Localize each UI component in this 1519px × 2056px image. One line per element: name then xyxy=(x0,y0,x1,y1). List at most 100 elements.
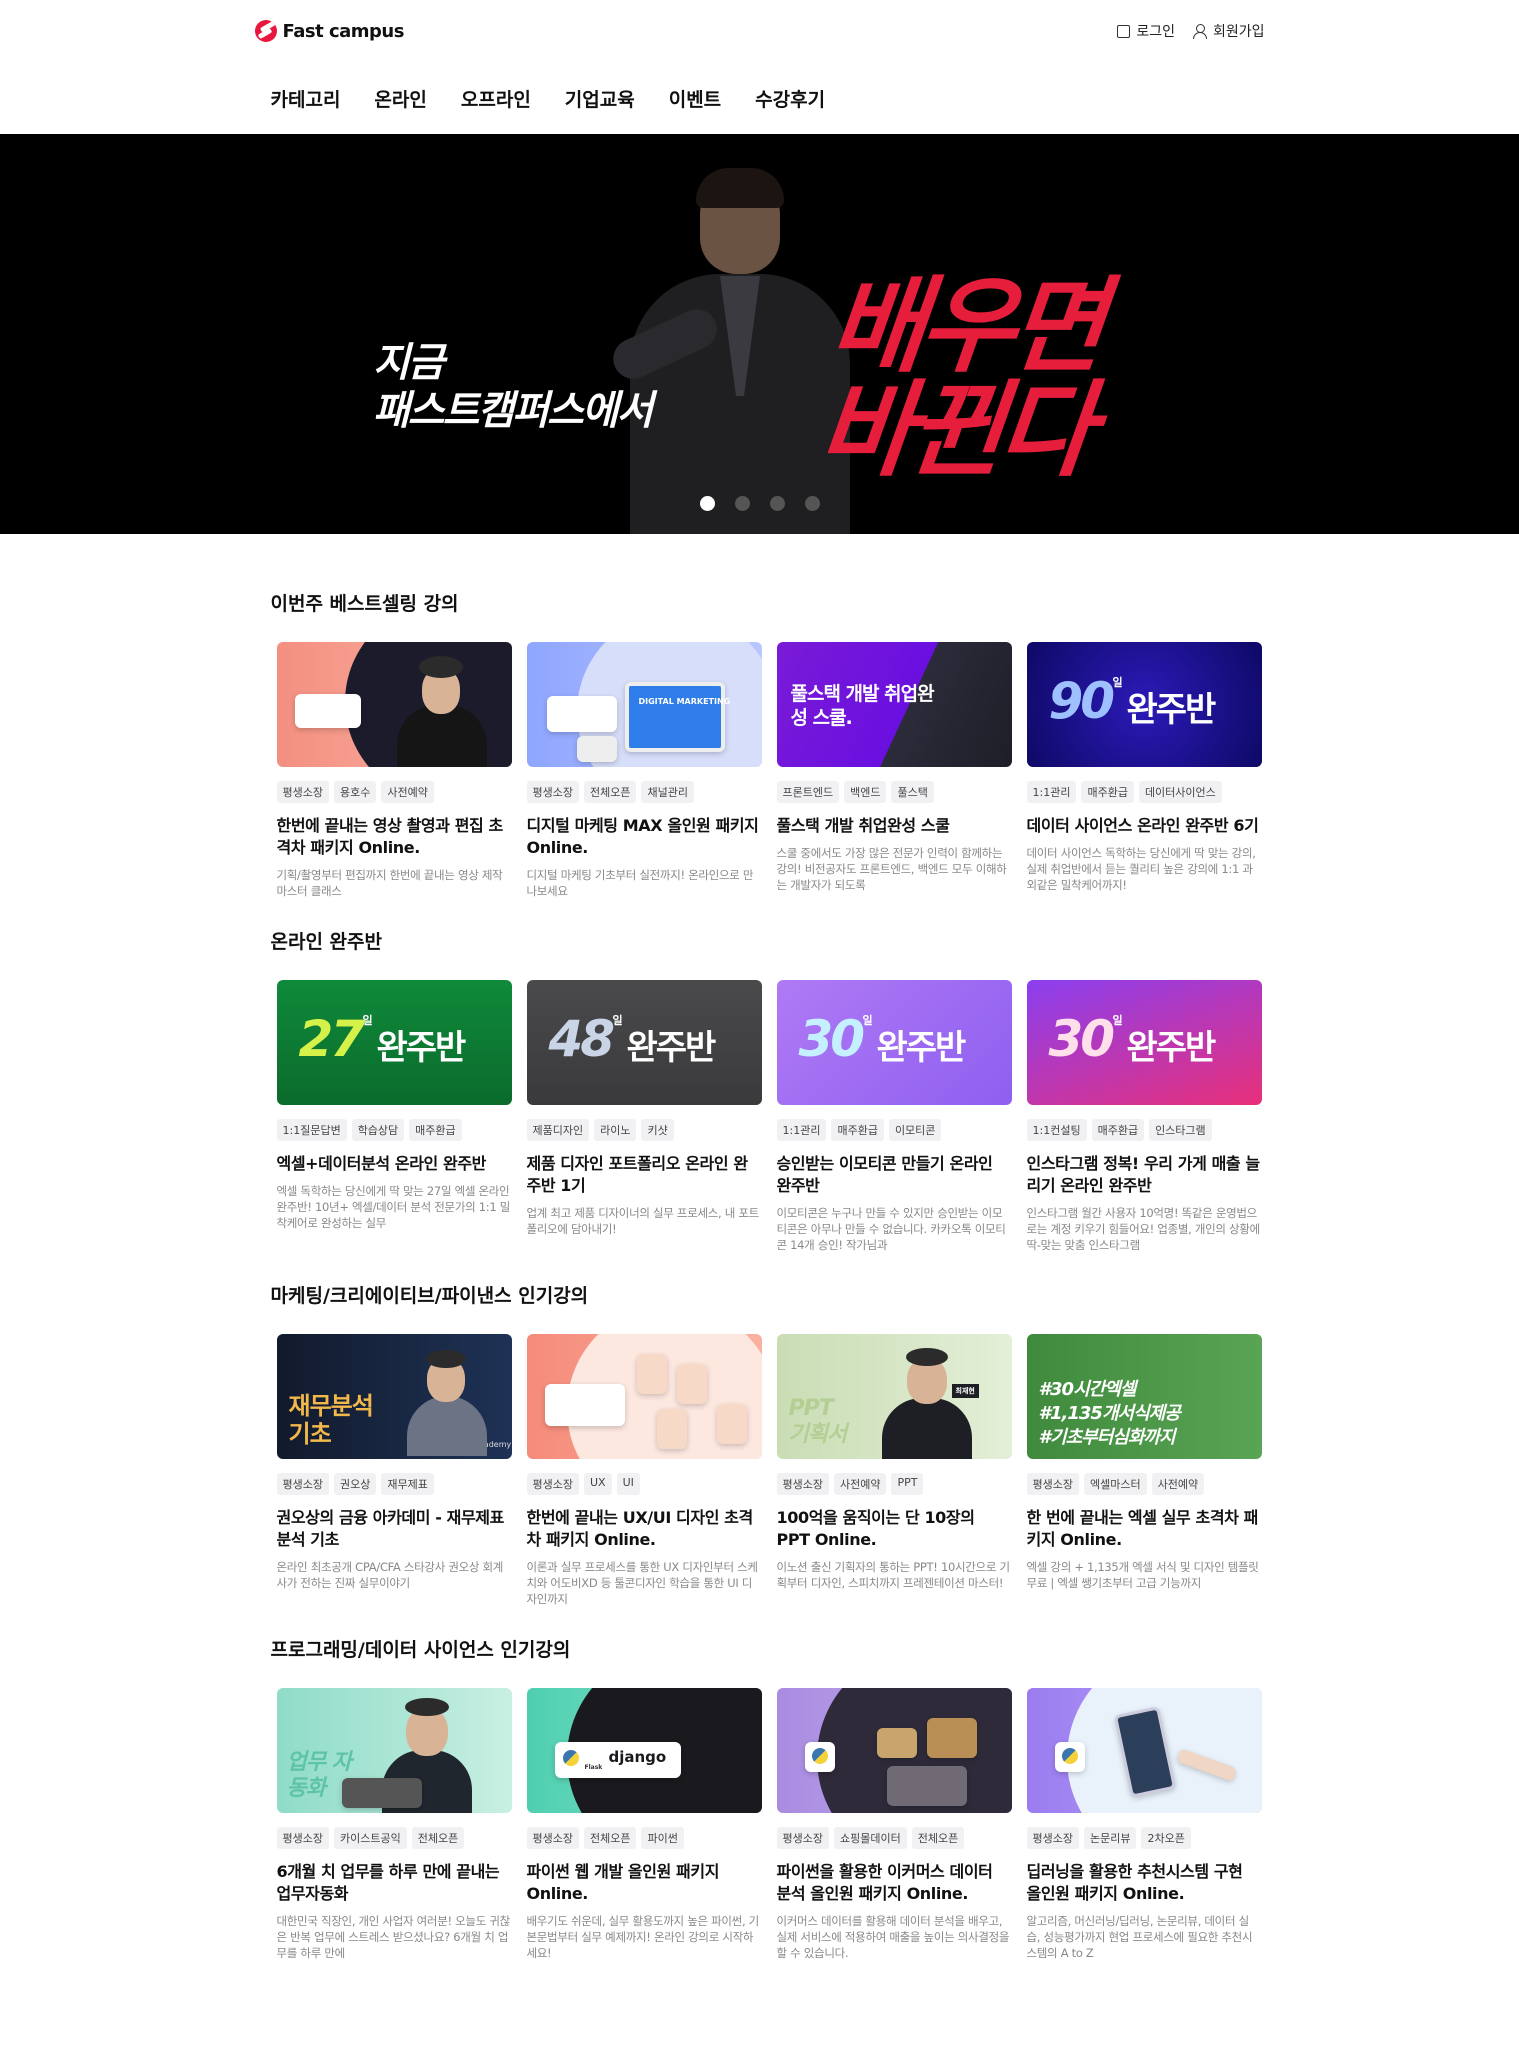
course-card[interactable]: 27 일 완주반 1:1질문답변 학습상담 매주환급 엑셀+데이터분석 온라인 완주… xyxy=(276,980,512,1253)
thumb-text: 풀스택 개발 취업완성 스쿨. xyxy=(790,683,935,729)
course-card[interactable]: 평생소장 용호수 사전예약 한번에 끝내는 영상 촬영과 편집 초격차 패키지 On… xyxy=(276,642,512,899)
signup-label: 회원가입 xyxy=(1212,24,1265,40)
course-thumbnail xyxy=(776,1688,1012,1813)
course-description: 디지털 마케팅 기초부터 실전까지! 온라인으로 만나보세요 xyxy=(526,868,754,898)
course-card[interactable]: 48 일 완주반 제품디자인 라이노 키샷 제품 디자인 포트폴리오 온라인 완주반… xyxy=(526,980,762,1253)
header: Fast campus 로그인 회원가입 카테고리 온라인 오프라인 기업교육 … xyxy=(0,0,1519,134)
course-tag: 논문리뷰 xyxy=(1083,1827,1137,1849)
hero-banner[interactable]: 지금 패스트캠퍼스에서 배우면 바뀐다 xyxy=(0,134,1519,534)
course-title[interactable]: 한번에 끝내는 영상 촬영과 편집 초격차 패키지 Online. xyxy=(277,815,512,859)
logo[interactable]: Fast campus xyxy=(254,20,405,42)
course-title[interactable]: 한 번에 끝내는 엑셀 실무 초격차 패키지 Online. xyxy=(1027,1507,1262,1551)
course-title[interactable]: 승인받는 이모티콘 만들기 온라인 완주반 xyxy=(777,1153,1012,1197)
section-title: 이번주 베스트셀링 강의 xyxy=(270,593,459,615)
nav-item-category[interactable]: 카테고리 xyxy=(271,85,341,112)
course-title[interactable]: 권오상의 금융 아카데미 - 재무제표 분석 기초 xyxy=(277,1507,512,1551)
course-tag: 전체오픈 xyxy=(583,1827,637,1849)
course-description: 이모티콘은 누구나 만들 수 있지만 승인받는 이모티콘은 아무나 만들 수 없… xyxy=(776,1206,1006,1252)
logo-text: Fast campus xyxy=(282,20,405,42)
course-title[interactable]: 파이썬 웹 개발 올인원 패키지 Online. xyxy=(527,1861,762,1905)
hero-left-line2: 패스트캠퍼스에서 xyxy=(373,388,653,434)
course-tag: 키샷 xyxy=(641,1119,674,1141)
carousel-dot[interactable] xyxy=(805,496,820,511)
thumb-day: 일 xyxy=(1112,1014,1123,1027)
hero-left-text: 지금 패스트캠퍼스에서 xyxy=(373,339,653,435)
course-card[interactable]: 평생소장 쇼핑몰데이터 전체오픈 파이썬을 활용한 이커머스 데이터 분석 올인원 … xyxy=(776,1688,1012,1961)
course-tag: 제품디자인 xyxy=(526,1119,590,1141)
course-tag: 데이터사이언스 xyxy=(1138,781,1222,803)
login-label: 로그인 xyxy=(1136,24,1175,40)
course-card[interactable]: 90 일 완주반 1:1관리 매주환급 데이터사이언스 데이터 사이언스 온라인 완… xyxy=(1026,642,1262,899)
course-title[interactable]: 디지털 마케팅 MAX 올인원 패키지 Online. xyxy=(527,815,762,859)
course-tag: 카이스트공익 xyxy=(333,1827,407,1849)
course-thumbnail: 27 일 완주반 xyxy=(276,980,512,1105)
nav-item-reviews[interactable]: 수강후기 xyxy=(755,85,825,112)
hero-right-line1: 배우면 xyxy=(824,265,1106,387)
course-tag: 엑셀마스터 xyxy=(1083,1473,1147,1495)
course-title[interactable]: 딥러닝을 활용한 추천시스템 구현 올인원 패키지 Online. xyxy=(1027,1861,1262,1905)
course-description: 배우기도 쉬운데, 실무 활용도까지 높은 파이썬, 기본문법부터 실무 예제까… xyxy=(526,1914,760,1960)
course-description: 알고리즘, 머신러닝/딥러닝, 논문리뷰, 데이터 실습, 성능평가까지 현업 … xyxy=(1026,1914,1253,1960)
course-tag: 사전예약 xyxy=(1151,1473,1205,1495)
signup-link[interactable]: 회원가입 xyxy=(1192,21,1265,41)
course-thumbnail: DIGITAL MARKETING xyxy=(526,642,762,767)
course-card[interactable]: PPT 기획서 최재현 평생소장 사전예약 PPT 100억을 움직이는 단 10장… xyxy=(776,1334,1012,1607)
course-title[interactable]: 데이터 사이언스 온라인 완주반 6기 xyxy=(1027,815,1262,837)
nav-item-event[interactable]: 이벤트 xyxy=(669,85,721,112)
course-tag: 매주환급 xyxy=(831,1119,884,1141)
course-card[interactable]: django Flask 평생소장 전체오픈 파이썬 파이썬 웹 개발 올인원 패키… xyxy=(526,1688,762,1961)
carousel-dot[interactable] xyxy=(735,496,750,511)
course-description: 엑셀 강의 + 1,135개 엑셀 서식 및 디자인 템플릿 무료 | 엑셀 쌩… xyxy=(1026,1560,1259,1590)
course-title[interactable]: 인스타그램 정복! 우리 가게 매출 늘리기 온라인 완주반 xyxy=(1027,1153,1262,1197)
course-tag: UX xyxy=(583,1473,612,1495)
thumb-day: 일 xyxy=(612,1014,623,1027)
course-description: 엑셀 독학하는 당신에게 딱 맞는 27일 엑셀 온라인 완주반! 10년+ 엑… xyxy=(276,1184,511,1230)
thumb-line: #1,135개서식제공 xyxy=(1038,1403,1181,1424)
course-title[interactable]: 6개월 치 업무를 하루 만에 끝내는 업무자동화 xyxy=(277,1861,512,1905)
lock-icon xyxy=(1117,24,1131,38)
course-title[interactable]: 풀스택 개발 취업완성 스쿨 xyxy=(777,815,1012,837)
thumb-number: 48 xyxy=(548,1010,616,1068)
course-card[interactable]: 풀스택 개발 취업완성 스쿨. 프론트엔드 백엔드 풀스택 풀스택 개발 취업완성 … xyxy=(776,642,1012,899)
course-tag: 프론트엔드 xyxy=(776,781,840,803)
course-tag: 1:1컨설팅 xyxy=(1026,1119,1087,1141)
course-card[interactable]: #30시간엑셀 #1,135개서식제공 #기초부터심화까지 평생소장 엑셀마스터 사… xyxy=(1026,1334,1262,1607)
course-tag: 쇼핑몰데이터 xyxy=(833,1827,907,1849)
course-card[interactable]: 평생소장 UX UI 한번에 끝내는 UX/UI 디자인 초격차 패키지 Onlin… xyxy=(526,1334,762,1607)
course-description: 스쿨 중에서도 가장 많은 전문가 인력이 함께하는 강의! 비전공자도 프론트… xyxy=(776,846,1007,892)
course-thumbnail: #30시간엑셀 #1,135개서식제공 #기초부터심화까지 xyxy=(1026,1334,1262,1459)
thumb-day: 일 xyxy=(1112,676,1123,689)
course-card[interactable]: 30 일 완주반 1:1관리 매주환급 이모티콘 승인받는 이모티콘 만들기 온라인… xyxy=(776,980,1012,1253)
carousel-dot[interactable] xyxy=(770,496,785,511)
course-tag: 권오상 xyxy=(333,1473,377,1495)
course-tag: 1:1관리 xyxy=(776,1119,827,1141)
course-card[interactable]: 재무분석 기초 Financial Academy 평생소장권오상재무제표 권오… xyxy=(276,1334,512,1607)
course-tag: 재무제표 xyxy=(381,1473,434,1495)
course-tag: 채널관리 xyxy=(641,781,694,803)
nav-item-online[interactable]: 온라인 xyxy=(374,85,426,112)
login-link[interactable]: 로그인 xyxy=(1117,21,1175,41)
course-tag: 평생소장 xyxy=(776,1473,829,1495)
course-tag: 백엔드 xyxy=(844,781,887,803)
carousel-dot[interactable] xyxy=(700,496,715,511)
course-card[interactable]: 업무 자동화 평생소장 카이스트공익 전체오픈 6개월 치 업무를 하루 만에 끝내… xyxy=(276,1688,512,1961)
thumb-line: #30시간엑셀 xyxy=(1038,1379,1137,1400)
course-card[interactable]: DIGITAL MARKETING 평생소장 전체오픈 채널관리 디지털 마케팅 M… xyxy=(526,642,762,899)
nav-item-offline[interactable]: 오프라인 xyxy=(461,85,531,112)
course-title[interactable]: 엑셀+데이터분석 온라인 완주반 xyxy=(277,1153,512,1175)
course-title[interactable]: 한번에 끝내는 UX/UI 디자인 초격차 패키지 Online. xyxy=(527,1507,762,1551)
course-thumbnail: 업무 자동화 xyxy=(276,1688,512,1813)
course-tag: 평생소장 xyxy=(1026,1827,1079,1849)
thumb-number: 30 xyxy=(798,1010,866,1068)
course-title[interactable]: 파이썬을 활용한 이커머스 데이터 분석 올인원 패키지 Online. xyxy=(777,1861,1012,1905)
course-card[interactable]: 30 일 완주반 1:1컨설팅 매주환급 인스타그램 인스타그램 정복! 우리 가게… xyxy=(1026,980,1262,1253)
fastcampus-logo-icon xyxy=(254,20,277,42)
nav-item-corporate[interactable]: 기업교육 xyxy=(565,85,635,112)
hero-right-line2: 바뀐다 xyxy=(813,369,1095,491)
course-tag: 전체오픈 xyxy=(411,1827,465,1849)
course-tag: 전체오픈 xyxy=(583,781,637,803)
thumb-day: 일 xyxy=(862,1014,873,1027)
course-title[interactable]: 제품 디자인 포트폴리오 온라인 완주반 1기 xyxy=(527,1153,762,1197)
course-title[interactable]: 100억을 움직이는 단 10장의 PPT Online. xyxy=(777,1507,1012,1551)
course-card[interactable]: 평생소장 논문리뷰 2차오픈 딥러닝을 활용한 추천시스템 구현 올인원 패키지 O… xyxy=(1026,1688,1262,1961)
